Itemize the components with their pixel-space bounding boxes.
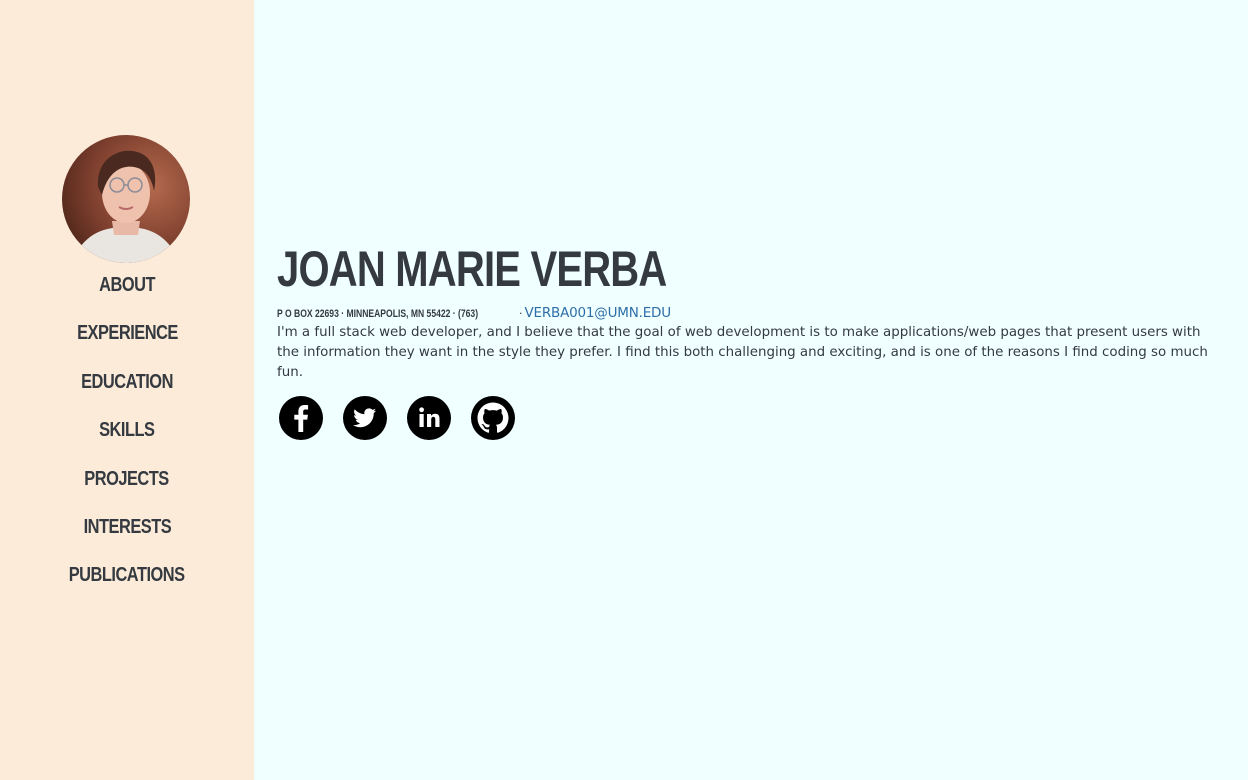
sidebar: About Experience Education Skills Projec… — [0, 0, 254, 780]
facebook-link[interactable] — [279, 396, 323, 440]
contact-address: P O BOX 22693 · MINNEAPOLIS, MN 55422 · … — [277, 308, 479, 320]
intro-paragraph: I'm a full stack web developer, and I be… — [277, 325, 1208, 380]
nav-link-experience[interactable]: Experience — [77, 318, 178, 345]
nav-link-education[interactable]: Education — [81, 367, 173, 394]
sidebar-nav: About Experience Education Skills Projec… — [0, 270, 254, 609]
page-title: Joan Marie Verba — [277, 241, 667, 297]
nav-item-about: About — [0, 270, 254, 318]
avatar — [62, 135, 190, 263]
facebook-icon — [279, 396, 323, 440]
nav-link-projects[interactable]: Projects — [85, 464, 170, 491]
linkedin-link[interactable] — [407, 396, 451, 440]
social-icons — [277, 396, 1217, 440]
twitter-icon — [343, 396, 387, 440]
nav-link-skills[interactable]: Skills — [99, 415, 155, 442]
github-link[interactable] — [471, 396, 515, 440]
nav-item-interests: Interests — [0, 512, 254, 560]
nav-link-interests[interactable]: Interests — [83, 512, 171, 539]
nav-item-projects: Projects — [0, 464, 254, 512]
nav-item-education: Education — [0, 367, 254, 415]
nav-link-publications[interactable]: Publications — [69, 560, 185, 587]
email-link[interactable]: VERBA001@UMN.EDU — [525, 305, 672, 321]
nav-item-experience: Experience — [0, 318, 254, 366]
nav-item-skills: Skills — [0, 415, 254, 463]
twitter-link[interactable] — [343, 396, 387, 440]
about-section: Joan Marie Verba P O BOX 22693 · MINNEAP… — [277, 240, 1217, 440]
github-icon — [471, 396, 515, 440]
linkedin-icon — [407, 396, 451, 440]
contact-separator: · — [519, 307, 523, 320]
nav-item-publications: Publications — [0, 560, 254, 608]
avatar-photo — [62, 135, 190, 263]
contact-line: P O BOX 22693 · MINNEAPOLIS, MN 55422 · … — [277, 305, 1217, 323]
nav-link-about[interactable]: About — [99, 270, 155, 297]
